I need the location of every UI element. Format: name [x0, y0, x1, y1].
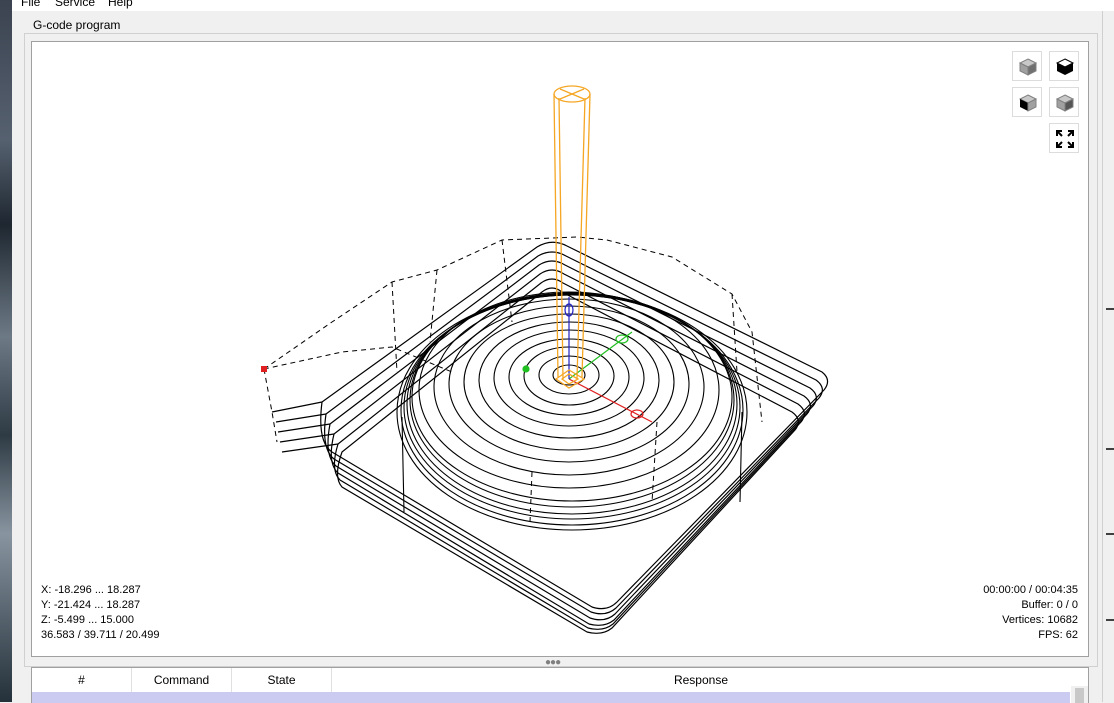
panel-separator — [1106, 448, 1114, 450]
menu-file[interactable]: File — [21, 0, 40, 9]
status-info: 00:00:00 / 00:04:35 Buffer: 0 / 0 Vertic… — [983, 583, 1078, 643]
cube-iso-icon — [1018, 58, 1038, 76]
table-scrollbar[interactable] — [1071, 686, 1088, 703]
bounds-size: 36.583 / 39.711 / 20.499 — [41, 629, 160, 641]
panel-separator — [1106, 308, 1114, 310]
bounds-info: X: -18.296 ... 18.287 Y: -21.424 ... 18.… — [41, 583, 159, 643]
scrollbar-thumb[interactable] — [1075, 688, 1084, 703]
elapsed-time: 00:00:00 / 00:04:35 — [983, 584, 1078, 596]
cube-left-icon — [1055, 94, 1075, 112]
fps-counter: FPS: 62 — [1038, 629, 1078, 641]
left-view-button[interactable] — [1049, 87, 1079, 117]
menu-help[interactable]: Help — [108, 0, 133, 9]
top-view-button[interactable] — [1049, 51, 1079, 81]
panel-separator — [1106, 619, 1114, 621]
front-view-button[interactable] — [1012, 87, 1042, 117]
outer-pocket-walls — [271, 241, 829, 634]
bounds-z: Z: -5.499 ... 15.000 — [41, 614, 134, 626]
cube-top-icon — [1055, 58, 1075, 75]
buffer-status: Buffer: 0 / 0 — [1021, 599, 1078, 611]
expand-icon — [1056, 130, 1074, 148]
bounds-y: Y: -21.424 ... 18.287 — [41, 599, 141, 611]
group-title: G-code program — [30, 18, 124, 32]
cube-front-icon — [1018, 94, 1038, 112]
menu-bar: File Service Help — [12, 0, 1114, 11]
table-row-selected[interactable] — [32, 692, 1070, 703]
column-command[interactable]: Command — [132, 668, 232, 692]
pocket-rings — [396, 291, 748, 531]
vertices-count: Vertices: 10682 — [1002, 614, 1078, 626]
control-panel-edge — [1102, 11, 1114, 702]
gcode-3d-viewport[interactable]: X: -18.296 ... 18.287 Y: -21.424 ... 18.… — [31, 41, 1089, 657]
fit-view-button[interactable] — [1049, 123, 1079, 153]
bounds-x: X: -18.296 ... 18.287 — [41, 584, 141, 596]
start-point-marker — [261, 366, 267, 372]
panel-separator — [1106, 533, 1114, 535]
isometric-view-button[interactable] — [1012, 51, 1042, 81]
desktop-background — [0, 0, 12, 702]
column-state[interactable]: State — [232, 668, 332, 692]
menu-service[interactable]: Service — [55, 0, 95, 9]
toolpath-visualization — [261, 85, 829, 634]
column-number[interactable]: # — [32, 668, 132, 692]
console-table: # Command State Response — [31, 667, 1089, 703]
column-response[interactable]: Response — [332, 668, 1070, 692]
